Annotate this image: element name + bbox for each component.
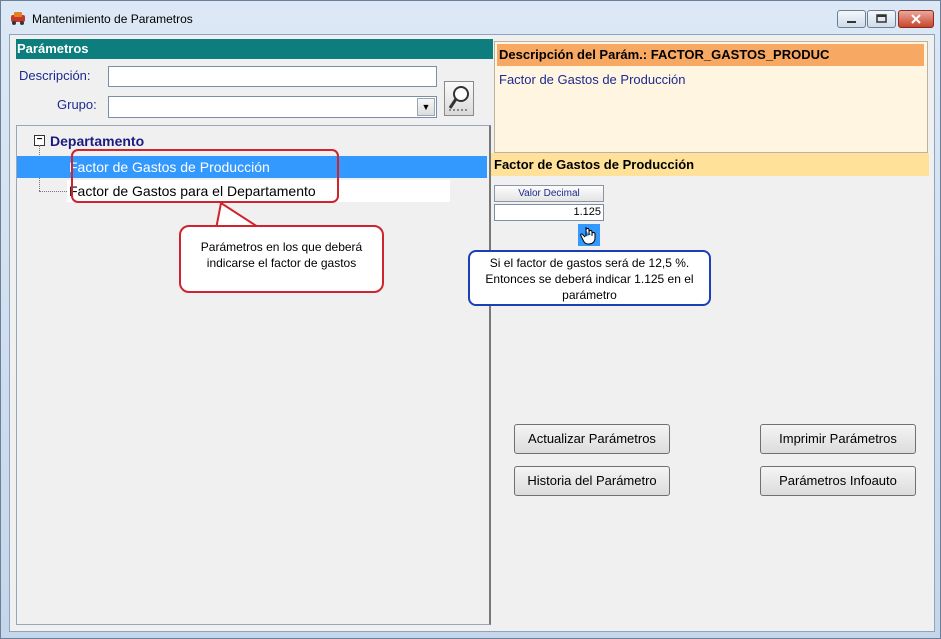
detail-panel: Descripción del Parám.: FACTOR_GASTOS_PR… <box>468 39 931 629</box>
magnifier-icon <box>448 86 469 111</box>
search-button[interactable] <box>444 81 474 116</box>
description-text: Factor de Gastos de Producción <box>499 72 686 87</box>
parameters-header: Parámetros <box>16 39 493 59</box>
close-icon <box>911 14 921 24</box>
parametros-infoauto-button[interactable]: Parámetros Infoauto <box>760 466 916 496</box>
maximize-button[interactable] <box>867 10 896 28</box>
client-area: Parámetros Descripción: Grupo: ▼ − Depar… <box>9 34 935 632</box>
value-decimal-input[interactable]: 1.125 <box>494 204 604 221</box>
highlight-box <box>71 149 339 203</box>
tree-root-departamento[interactable]: Departamento <box>50 133 144 149</box>
chevron-down-icon[interactable]: ▼ <box>417 98 435 116</box>
grupo-select[interactable]: ▼ <box>108 96 437 118</box>
imprimir-parametros-button[interactable]: Imprimir Parámetros <box>760 424 916 454</box>
annotation-callout-blue: Si el factor de gastos será de 12,5 %. E… <box>468 250 711 306</box>
cursor-hand-icon <box>578 224 600 246</box>
app-icon <box>11 12 25 25</box>
actualizar-parametros-button[interactable]: Actualizar Parámetros <box>514 424 670 454</box>
close-button[interactable] <box>898 10 934 28</box>
description-box: Descripción del Parám.: FACTOR_GASTOS_PR… <box>494 41 928 153</box>
description-header: Descripción del Parám.: FACTOR_GASTOS_PR… <box>497 44 924 66</box>
historia-parametro-button[interactable]: Historia del Parámetro <box>514 466 670 496</box>
minimize-button[interactable] <box>837 10 866 28</box>
title-bar[interactable]: Mantenimiento de Parametros <box>1 1 940 34</box>
tree-connector <box>39 191 69 192</box>
window-title: Mantenimiento de Parametros <box>32 12 193 26</box>
grupo-label: Grupo: <box>57 97 97 112</box>
maximize-icon <box>876 14 887 23</box>
annotation-callout: Parámetros en los que deberá indicarse e… <box>179 225 384 293</box>
main-window: Mantenimiento de Parametros Parámetros D… <box>0 0 941 639</box>
descripcion-input[interactable] <box>108 66 437 87</box>
parameter-header: Factor de Gastos de Producción <box>491 153 929 176</box>
parameters-panel: Parámetros Descripción: Grupo: ▼ − Depar… <box>16 39 494 629</box>
value-column-header: Valor Decimal <box>494 185 604 202</box>
minimize-icon <box>847 21 856 23</box>
descripcion-label: Descripción: <box>19 68 91 83</box>
